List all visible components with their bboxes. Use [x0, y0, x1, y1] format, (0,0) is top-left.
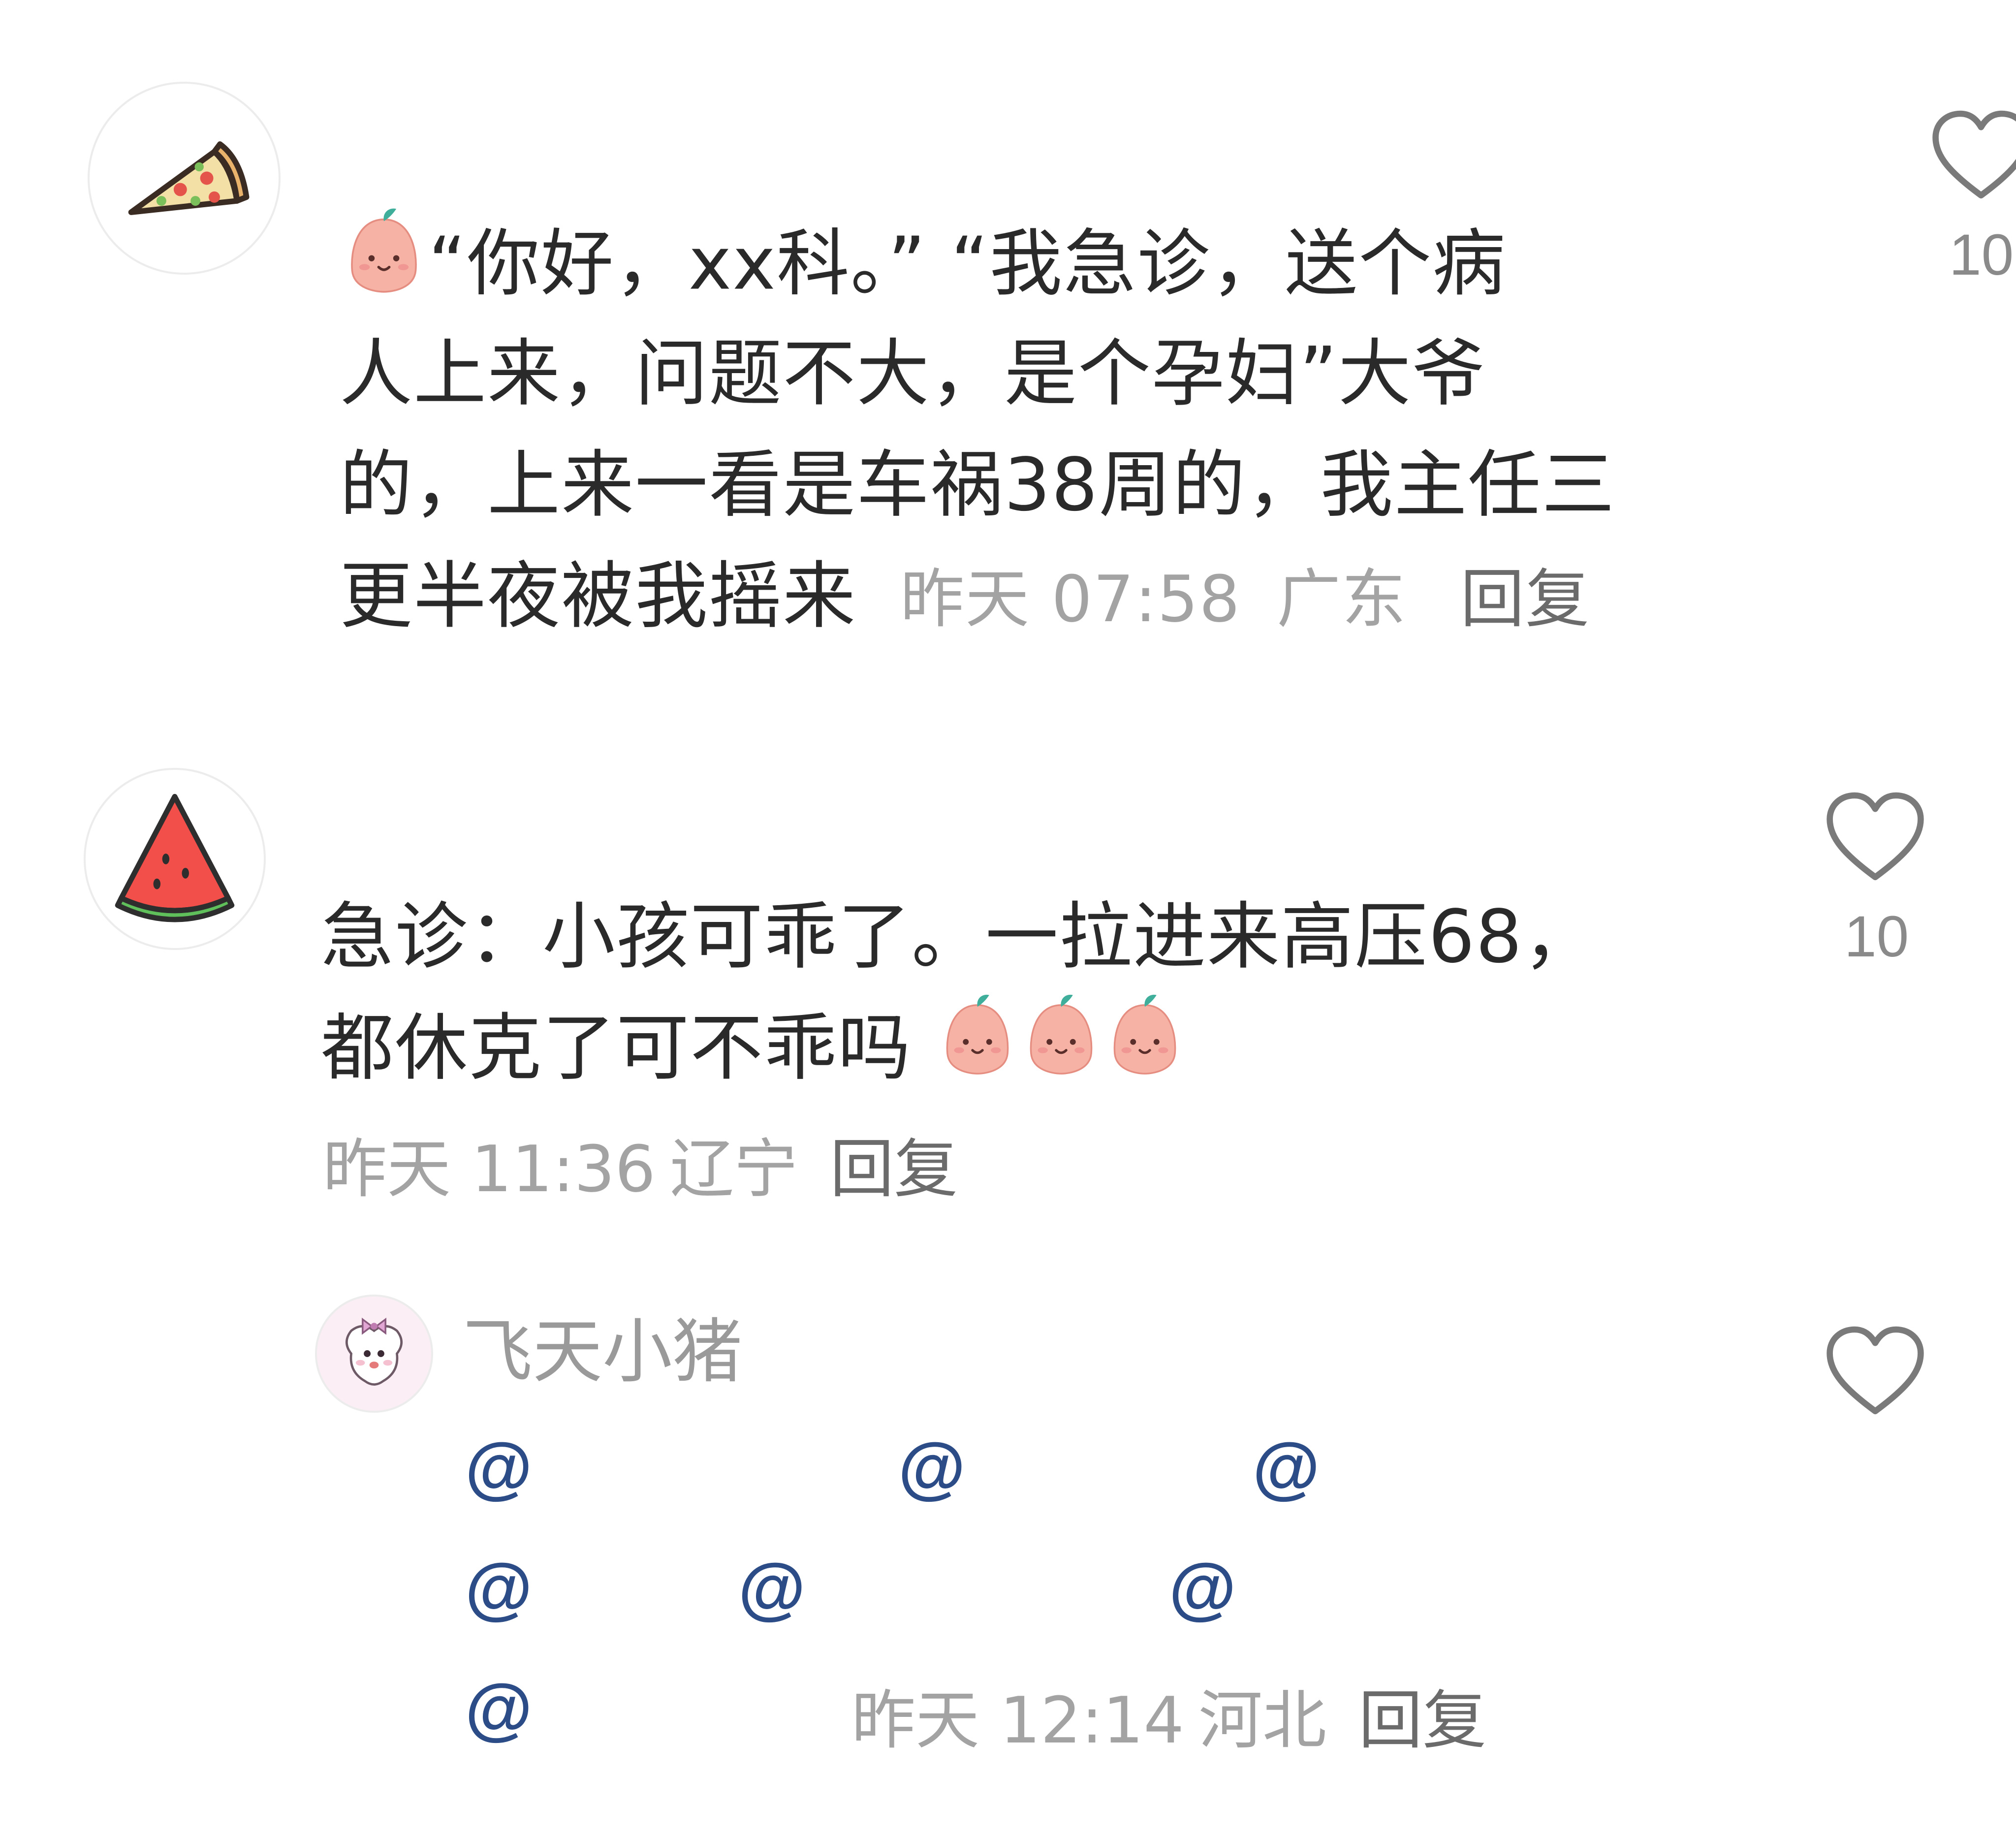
comment-text: 急诊：小孩可乖了。一拉进来高压68， 都休克了可不乖吗: [321, 881, 1597, 1104]
comment-line: 人上来，问题不大，是个孕妇”大爷: [340, 331, 1486, 416]
comment-timestamp: 昨天 07:58: [900, 562, 1241, 636]
reply-username[interactable]: 飞天小猪: [463, 1295, 742, 1396]
reply-location: 河北: [1198, 1683, 1327, 1758]
reply-button[interactable]: 回复: [1460, 562, 1590, 636]
comment-line: 都休克了可不乖吗: [321, 1006, 912, 1090]
peach-face-emoji-icon: [1019, 988, 1103, 1108]
commenter-avatar[interactable]: [84, 768, 266, 950]
like-group: 10: [1929, 108, 2016, 288]
reply-timestamp: 昨天 12:14: [851, 1683, 1184, 1758]
like-group: 10: [1824, 790, 1932, 970]
mention-link[interactable]: @: [738, 1548, 806, 1628]
comment-location: 广东: [1277, 562, 1407, 636]
cartoon-sheep-avatar-icon: [317, 1297, 431, 1411]
like-count: 10: [1844, 904, 1909, 969]
reply-button[interactable]: 回复: [1358, 1683, 1486, 1758]
peach-face-emoji-icon: [1103, 988, 1187, 1108]
heart-outline-icon[interactable]: [1824, 790, 1927, 884]
reply-meta: 昨天 12:14 河北 回复: [851, 1669, 1486, 1761]
like-count: 10: [1949, 222, 2014, 287]
comment-timestamp: 昨天 11:36: [323, 1132, 656, 1206]
mention-link[interactable]: @: [898, 1427, 966, 1507]
reply-button[interactable]: 回复: [830, 1132, 958, 1206]
watermelon-slice-icon: [115, 793, 235, 922]
comment-line: 的，上来一看是车祸38周的，我主任三: [340, 443, 1616, 527]
mention-link[interactable]: @: [465, 1669, 533, 1748]
mention-link[interactable]: @: [465, 1427, 533, 1507]
comment-text: “你好，xx科。” “我急诊，送个病 人上来，问题不大，是个孕妇”大爷 的，上来…: [340, 207, 1615, 652]
mention-link[interactable]: @: [1169, 1548, 1236, 1628]
heart-outline-icon[interactable]: [1824, 1324, 1927, 1418]
comment-location: 辽宁: [670, 1132, 798, 1206]
reply-avatar[interactable]: [315, 1295, 433, 1413]
commenter-avatar[interactable]: [88, 82, 281, 275]
heart-outline-icon[interactable]: [1929, 108, 2016, 202]
like-group: [1824, 1324, 1932, 1418]
mention-link[interactable]: @: [465, 1548, 533, 1628]
pizza-slice-icon: [128, 141, 250, 215]
comment-line: “你好，xx科。” “我急诊，送个病: [428, 221, 1507, 306]
comment-line: 更半夜被我摇来: [340, 554, 856, 638]
comment-meta: 昨天 11:36 辽宁 回复: [323, 1117, 958, 1210]
peach-face-emoji-icon: [340, 202, 428, 326]
peach-face-emoji-icon: [936, 988, 1019, 1108]
mention-link[interactable]: @: [1253, 1427, 1320, 1507]
comment-line: 急诊：小孩可乖了。一拉进来高压68，: [321, 894, 1597, 979]
